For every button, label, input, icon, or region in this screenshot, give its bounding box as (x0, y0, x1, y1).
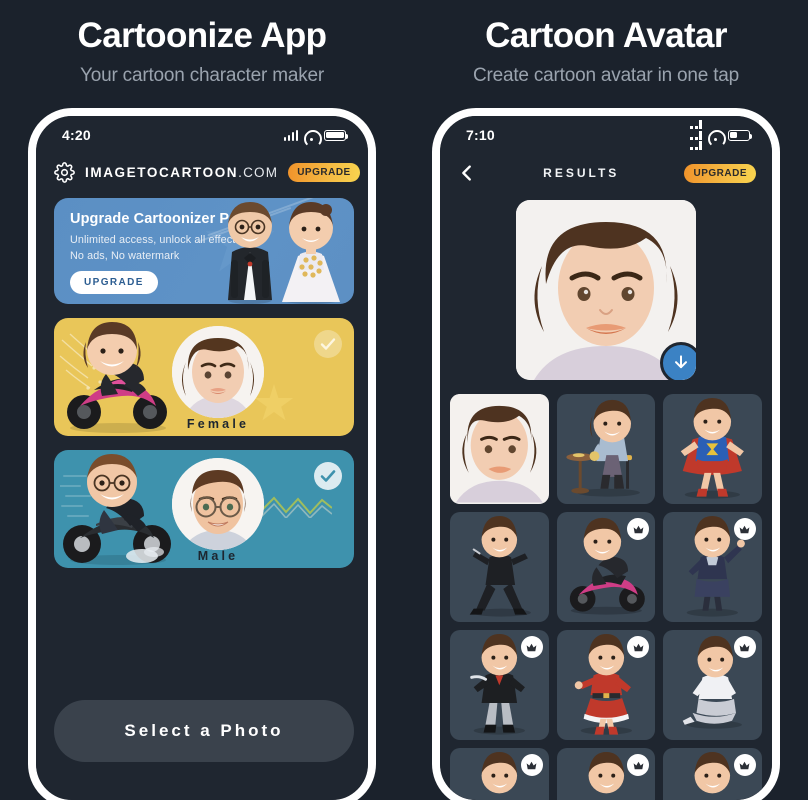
crown-icon (520, 636, 543, 658)
battery-low-icon (728, 129, 753, 141)
female-avatar-circle (172, 326, 264, 418)
thumbnail-leather-jacket[interactable] (450, 630, 549, 740)
female-check-circle-icon[interactable] (314, 330, 342, 358)
bride-illustration (282, 202, 340, 304)
thumbnail-santa-dress[interactable] (556, 630, 656, 740)
promo-card-carousel: Upgrade Cartoonizer Pro Unlimited access… (36, 198, 368, 304)
upgrade-badge[interactable]: UPGRADE (288, 162, 360, 182)
screenshot-stage: Cartoonize App Your cartoon character ma… (0, 0, 808, 800)
female-label: Female (186, 417, 250, 431)
thumbnail-superhero[interactable] (663, 394, 762, 504)
signal-dots-icon (690, 120, 702, 150)
male-zigzag-decoration (262, 496, 332, 518)
brand-tld: .COM (238, 164, 279, 180)
left-panel-subtitle: Your cartoon character maker (80, 65, 324, 87)
thumbnail-school-uniform[interactable] (663, 512, 762, 622)
thumbnail-partial-1[interactable] (450, 748, 549, 800)
brand-name: IMAGETOCARTOON (85, 164, 239, 180)
upgrade-badge[interactable]: UPGRADE (684, 163, 756, 183)
status-time: 4:20 (62, 127, 91, 143)
male-face-illustration (172, 458, 264, 550)
gear-icon[interactable] (54, 161, 75, 183)
left-panel-title: Cartoonize App (77, 16, 328, 55)
status-time: 7:10 (466, 127, 495, 143)
crown-icon (733, 754, 756, 776)
right-phone-screen: 7:10 RESULTS UPGRADE (440, 116, 772, 800)
thumbnail-partial-3[interactable] (663, 748, 762, 800)
battery-full-icon (324, 129, 349, 141)
thumbnail-motorbike[interactable] (556, 512, 656, 622)
right-app-bar: RESULTS UPGRADE (440, 150, 772, 188)
gender-card-male[interactable]: Male (54, 450, 354, 568)
male-check-circle-filled-icon[interactable] (314, 462, 342, 490)
female-face-illustration (172, 326, 264, 418)
right-panel-title: Cartoon Avatar (485, 16, 727, 55)
male-avatar-circle (172, 458, 264, 550)
crown-icon (520, 754, 543, 776)
female-rider-illustration (67, 322, 167, 433)
left-panel: Cartoonize App Your cartoon character ma… (0, 0, 404, 800)
brand-title: IMAGETOCARTOON.COM (85, 165, 278, 180)
thumbnail-portrait[interactable] (450, 394, 549, 504)
thumb-cafe-illustration (566, 399, 640, 497)
promo-card[interactable]: Upgrade Cartoonizer Pro Unlimited access… (54, 198, 354, 304)
select-photo-button[interactable]: Select a Photo (54, 700, 354, 762)
groom-illustration (228, 202, 272, 304)
left-phone-screen: 4:20 IMAGETOCARTOON.COM UPGRADE Upgrade … (36, 116, 368, 800)
male-rider-illustration (63, 454, 171, 565)
download-button[interactable] (660, 342, 696, 380)
thumb-catsuit-illustration (469, 515, 531, 617)
results-title: RESULTS (543, 166, 620, 180)
male-label: Male (197, 549, 239, 563)
left-phone-frame: 4:20 IMAGETOCARTOON.COM UPGRADE Upgrade … (28, 108, 376, 800)
thumbnail-catsuit-pose[interactable] (450, 512, 549, 622)
right-panel-subtitle: Create cartoon avatar in one tap (472, 65, 740, 87)
thumbnail-partial-2[interactable] (556, 748, 656, 800)
promo-upgrade-button[interactable]: UPGRADE (70, 271, 158, 294)
thumbnail-cafe-sitting[interactable] (556, 394, 656, 504)
gender-card-female[interactable]: Female (54, 318, 354, 436)
crown-icon (733, 636, 756, 658)
thumb-superhero-illustration (681, 397, 745, 499)
hero-preview-image[interactable] (516, 200, 696, 380)
right-phone-frame: 7:10 RESULTS UPGRADE (432, 108, 780, 800)
crown-icon (733, 518, 756, 540)
wifi-icon (304, 130, 318, 141)
thumbnail-sitting-casual[interactable] (663, 630, 762, 740)
status-icons (690, 120, 753, 150)
wifi-icon (708, 130, 722, 141)
thumb-portrait-illustration (450, 394, 549, 503)
avatar-thumbnail-grid (450, 394, 762, 800)
left-status-bar: 4:20 (36, 116, 368, 150)
right-panel: Cartoon Avatar Create cartoon avatar in … (404, 0, 808, 800)
right-status-bar: 7:10 (440, 116, 772, 150)
signal-bars-icon (283, 129, 298, 141)
left-app-bar: IMAGETOCARTOON.COM UPGRADE (36, 150, 368, 188)
download-arrow-icon (675, 355, 687, 369)
status-icons (283, 129, 349, 141)
chevron-left-icon[interactable] (456, 162, 478, 184)
